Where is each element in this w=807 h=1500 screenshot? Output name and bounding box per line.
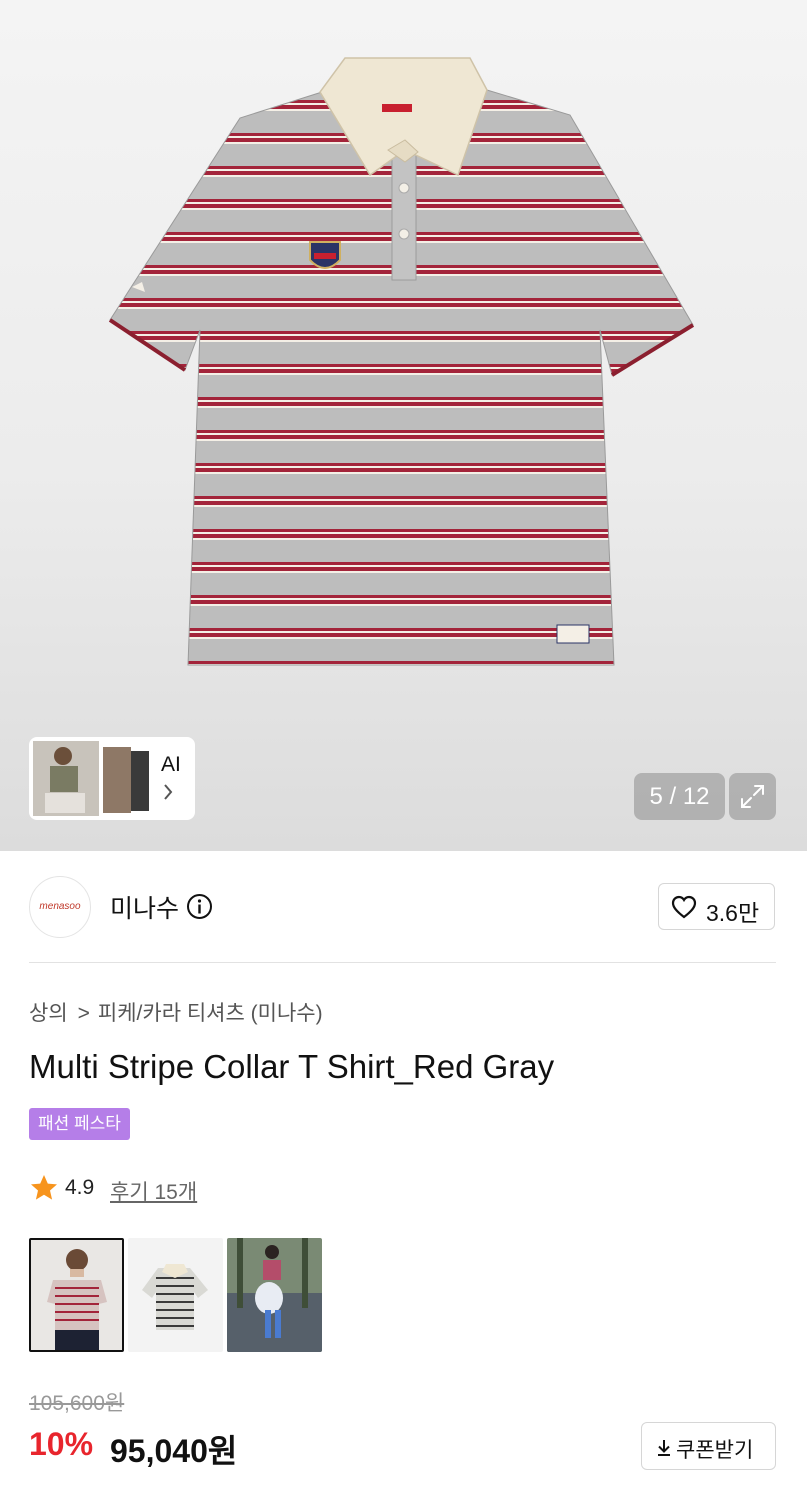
star-icon — [31, 1175, 57, 1200]
divider — [29, 962, 776, 963]
like-count: 3.6만 — [706, 900, 760, 926]
thumbnail-2[interactable] — [128, 1238, 223, 1352]
ai-thumbnail-stack — [33, 741, 149, 816]
thumbnail-model-outdoor — [227, 1238, 322, 1352]
download-icon — [658, 1440, 670, 1456]
thumbnail-product-flat — [128, 1238, 223, 1352]
chevron-right-icon — [164, 784, 173, 800]
expand-button[interactable] — [729, 773, 776, 820]
brand-logo[interactable]: menasoo — [29, 876, 91, 938]
coupon-label: 쿠폰받기 — [676, 1439, 754, 1462]
expand-icon — [741, 785, 764, 808]
rating-value: 4.9 — [65, 1176, 95, 1199]
heart-icon — [671, 895, 697, 919]
breadcrumb-separator-icon: > — [77, 1002, 90, 1025]
brand-name[interactable]: 미나수 — [110, 889, 179, 925]
thumbnail-model-front — [31, 1240, 122, 1350]
like-button[interactable]: 3.6만 — [658, 883, 775, 930]
image-counter: 5 / 12 — [634, 773, 725, 820]
product-image-gallery[interactable]: AI 5 / 12 — [0, 0, 807, 851]
review-count-link[interactable]: 후기 15개 — [110, 1176, 197, 1206]
breadcrumb: 상의 > 피케/카라 티셔츠 (미나수) — [29, 997, 323, 1027]
product-title: Multi Stripe Collar T Shirt_Red Gray — [29, 1048, 555, 1085]
original-price: 105,600원 — [29, 1392, 125, 1415]
breadcrumb-item-category[interactable]: 상의 — [29, 1002, 68, 1025]
final-price: 95,040원 — [110, 1433, 238, 1469]
thumbnail-1[interactable] — [29, 1238, 124, 1352]
product-main-image[interactable] — [0, 0, 807, 851]
ai-styling-card[interactable]: AI — [29, 737, 195, 820]
ai-label: AI — [161, 753, 181, 776]
thumbnail-3[interactable] — [227, 1238, 322, 1352]
brand-logo-text: menasoo — [39, 901, 81, 912]
breadcrumb-item-subcategory[interactable]: 피케/카라 티셔츠 (미나수) — [98, 1002, 323, 1025]
coupon-button[interactable]: 쿠폰받기 — [641, 1422, 776, 1470]
discount-rate: 10% — [29, 1426, 94, 1462]
info-icon[interactable] — [186, 893, 213, 920]
promo-badge: 패션 페스타 — [29, 1108, 130, 1140]
